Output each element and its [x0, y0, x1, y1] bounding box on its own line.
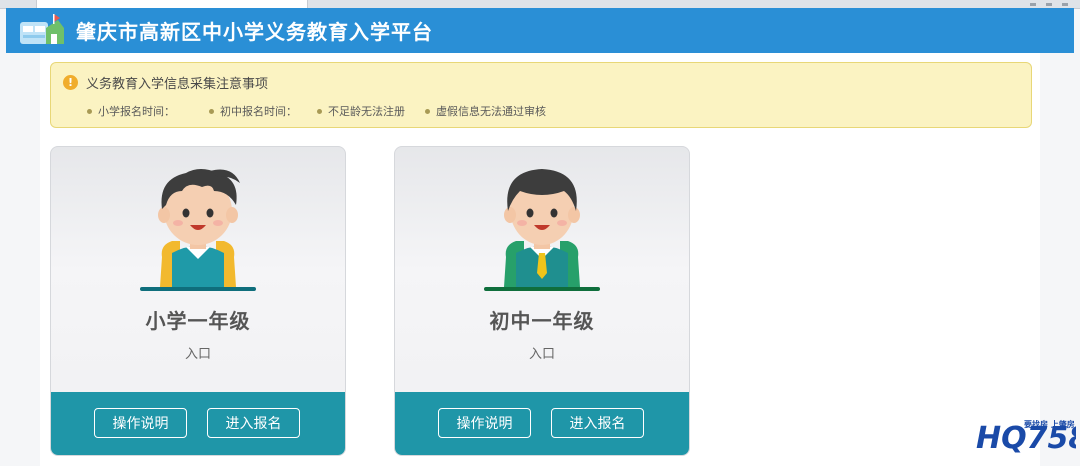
card-subtitle: 入口	[184, 347, 211, 362]
bullet-icon	[87, 108, 92, 114]
bullet-icon	[209, 108, 214, 114]
notice-item: 初中报名时间：	[209, 103, 317, 119]
notice-item-text: 初中报名时间：	[220, 105, 297, 118]
notice-item: 虚假信息无法通过审核	[425, 103, 546, 119]
notice-box: ! 义务教育入学信息采集注意事项 小学报名时间： 初中报名时间： 不足龄无法注册…	[50, 62, 1032, 128]
browser-control-close[interactable]	[1062, 2, 1068, 6]
browser-control-maximize[interactable]	[1046, 2, 1052, 6]
browser-control-minimize[interactable]	[1030, 2, 1036, 6]
notice-title: 义务教育入学信息采集注意事项	[86, 77, 269, 92]
platform-logo-icon	[20, 13, 64, 48]
primary-grade1-card: 小学一年级 入口 操作说明 进入报名	[50, 146, 346, 456]
notice-item-text: 不足龄无法注册	[328, 105, 405, 118]
card-footer: 操作说明 进入报名	[395, 392, 689, 455]
operation-guide-button[interactable]: 操作说明	[94, 408, 187, 438]
notice-item-text: 小学报名时间：	[98, 105, 175, 118]
bullet-icon	[425, 108, 430, 114]
card-title: 初中一年级	[489, 309, 595, 333]
primary-student-avatar-icon	[140, 161, 256, 291]
operation-guide-button[interactable]: 操作说明	[438, 408, 531, 438]
notice-item: 不足龄无法注册	[317, 103, 425, 119]
notice-item: 小学报名时间：	[87, 103, 209, 119]
page-title: 肇庆市高新区中小学义务教育入学平台	[76, 20, 433, 44]
enroll-button[interactable]: 进入报名	[551, 408, 644, 438]
watermark-text: 要找房 上肇房	[1024, 420, 1075, 429]
browser-window-controls[interactable]	[1030, 0, 1068, 8]
card-footer: 操作说明 进入报名	[51, 392, 345, 455]
bullet-icon	[317, 108, 322, 114]
info-icon: !	[63, 75, 78, 90]
enroll-button[interactable]: 进入报名	[207, 408, 300, 438]
site-header: 肇庆市高新区中小学义务教育入学平台	[6, 8, 1074, 53]
notice-header: ! 义务教育入学信息采集注意事项	[63, 73, 268, 92]
watermark-logo: HQ758 要找房 上肇房	[976, 412, 1080, 456]
card-title: 小学一年级	[145, 309, 251, 333]
card-subtitle: 入口	[528, 347, 555, 362]
notice-list: 小学报名时间： 初中报名时间： 不足龄无法注册 虚假信息无法通过审核	[87, 103, 546, 119]
junior-student-avatar-icon	[484, 161, 600, 291]
notice-item-text: 虚假信息无法通过审核	[436, 105, 546, 118]
junior-grade1-card: 初中一年级 入口 操作说明 进入报名	[394, 146, 690, 456]
